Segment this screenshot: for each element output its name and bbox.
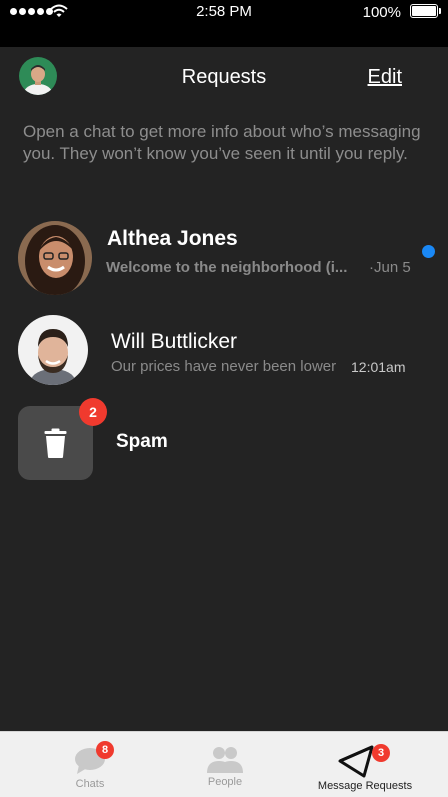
tab-label: Message Requests bbox=[317, 780, 413, 792]
requests-badge: 3 bbox=[372, 744, 390, 762]
chats-badge: 8 bbox=[96, 741, 114, 759]
message-requests-screen: 2:58 PM 100% Requests Edit Open a chat t… bbox=[0, 0, 448, 797]
info-text: Open a chat to get more info about who’s… bbox=[23, 122, 421, 163]
spam-label: Spam bbox=[116, 431, 168, 452]
contact-name: Will Buttlicker bbox=[111, 330, 238, 353]
spam-count-badge: 2 bbox=[79, 398, 107, 426]
battery-percentage: 100% bbox=[362, 4, 401, 21]
request-row-will-buttlicker[interactable]: Will Buttlicker Our prices have never be… bbox=[0, 306, 448, 396]
tab-chats[interactable]: 8 Chats bbox=[0, 732, 180, 797]
message-time: ·Jun 5 bbox=[369, 259, 411, 276]
tab-label: Chats bbox=[75, 778, 105, 790]
status-bar: 2:58 PM 100% bbox=[0, 0, 448, 47]
avatar bbox=[18, 315, 88, 385]
tab-bar: 8 Chats People 3 Message Requests bbox=[0, 731, 448, 797]
tab-label: People bbox=[207, 776, 243, 788]
message-time: 12:01am bbox=[351, 359, 406, 375]
message-preview: Welcome to the neighborhood (i... bbox=[106, 259, 348, 276]
unread-indicator bbox=[422, 245, 435, 258]
avatar bbox=[18, 221, 92, 295]
tab-people[interactable]: People bbox=[180, 732, 270, 797]
message-preview: Our prices have never been lower bbox=[111, 358, 337, 375]
request-row-althea-jones[interactable]: Althea Jones Welcome to the neighborhood… bbox=[0, 212, 448, 306]
battery-icon bbox=[410, 4, 441, 18]
paper-plane-icon bbox=[338, 745, 374, 778]
contact-name: Althea Jones bbox=[107, 227, 238, 250]
tab-message-requests[interactable]: 3 Message Requests bbox=[300, 732, 430, 797]
people-icon bbox=[207, 747, 243, 773]
edit-button[interactable]: Edit bbox=[368, 66, 402, 89]
header: Requests Edit bbox=[0, 47, 448, 107]
